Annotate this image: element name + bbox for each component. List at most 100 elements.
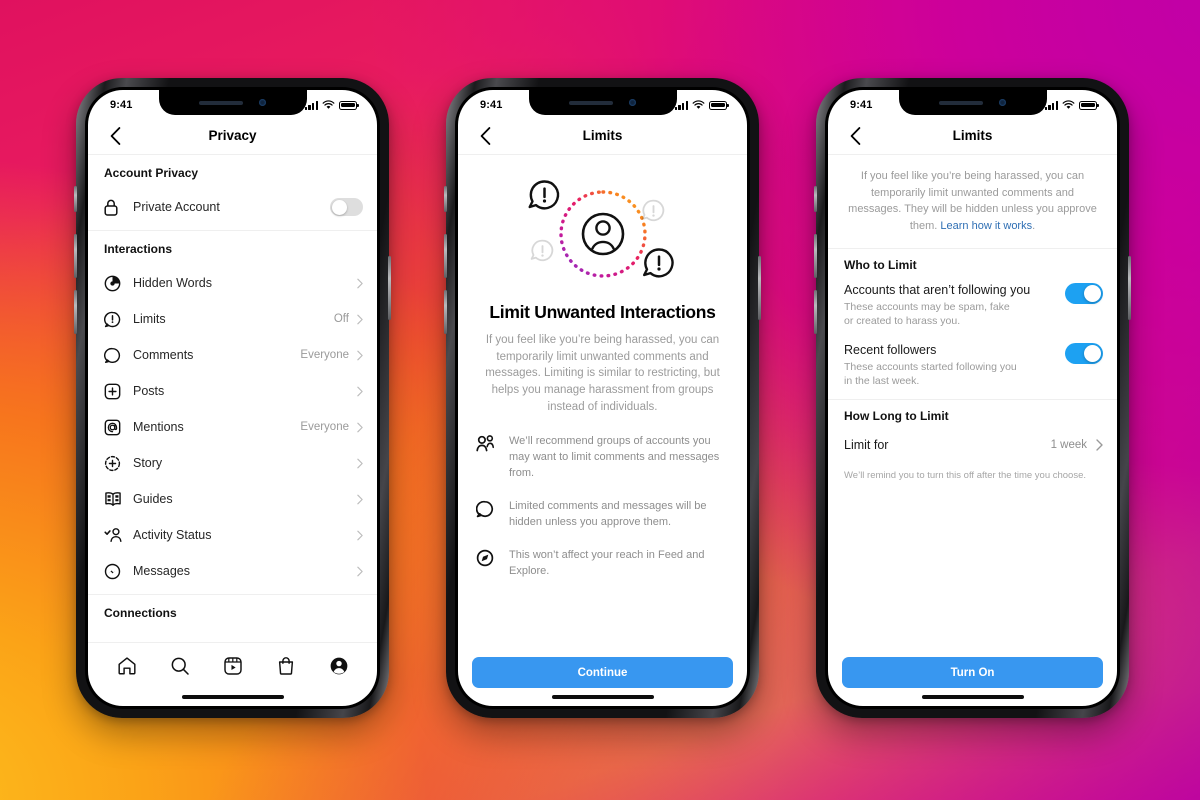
phone-volume-down-button: [814, 290, 817, 334]
phone-volume-up-button: [814, 234, 817, 278]
section-header-who-to-limit: Who to Limit: [844, 258, 917, 272]
chevron-left-icon: [110, 126, 120, 145]
limits-intro-content: Limit Unwanted Interactions If you feel …: [458, 155, 747, 649]
chevron-right-icon: [357, 566, 363, 576]
row-comments[interactable]: Comments Everyone: [88, 337, 377, 373]
tab-search[interactable]: [170, 656, 190, 676]
page-title: Limits: [582, 128, 623, 143]
row-label: Activity Status: [133, 528, 212, 542]
nav-bar: Limits: [828, 117, 1117, 155]
section-header-interactions: Interactions: [104, 242, 173, 256]
home-indicator: [828, 688, 1117, 706]
status-bar: 9:41: [88, 90, 377, 117]
row-label: Posts: [133, 384, 165, 398]
chevron-right-icon: [1096, 439, 1103, 451]
cta-container: Continue: [458, 649, 747, 688]
comment-icon: [104, 347, 126, 364]
recent-followers-toggle[interactable]: [1065, 342, 1103, 364]
option-title: Accounts that aren’t following you: [844, 283, 1031, 297]
phone-power-button: [388, 256, 391, 320]
guides-book-icon: [104, 491, 126, 507]
row-posts[interactable]: Posts: [88, 373, 377, 409]
feature-item: We’ll recommend groups of accounts you m…: [476, 433, 731, 481]
phone-mute-switch: [814, 186, 817, 212]
row-guides[interactable]: Guides: [88, 481, 377, 517]
private-account-toggle[interactable]: [330, 198, 363, 216]
phone-limits-intro: 9:41 Limits Limit Unwanted Interactions …: [444, 78, 761, 718]
battery-full-icon: [709, 100, 729, 110]
status-time: 9:41: [480, 99, 503, 111]
accounts-not-following-toggle[interactable]: [1065, 283, 1103, 304]
tab-profile[interactable]: [329, 656, 349, 676]
tab-bar: [88, 642, 377, 688]
profile-avatar-icon: [330, 657, 347, 674]
row-label: Comments: [133, 348, 194, 362]
turn-on-button[interactable]: Turn On: [842, 657, 1103, 688]
chevron-right-icon: [357, 314, 363, 324]
row-limit-for[interactable]: Limit for 1 week: [828, 430, 1117, 456]
option-recent-followers: Recent followers These accounts started …: [828, 339, 1117, 399]
phone-power-button: [1128, 256, 1131, 320]
row-value: 1 week: [1050, 438, 1087, 451]
feature-text: We’ll recommend groups of accounts you m…: [509, 435, 720, 479]
learn-how-it-works-link[interactable]: Learn how it works: [940, 220, 1032, 232]
exclamation-bubble-dark: [528, 180, 559, 210]
chevron-left-icon: [850, 126, 860, 145]
back-button[interactable]: [102, 123, 128, 149]
row-story[interactable]: Story: [88, 445, 377, 481]
limits-intro-paragraph: If you feel like you’re being harassed, …: [828, 155, 1117, 248]
search-icon: [171, 657, 189, 675]
phone-volume-down-button: [74, 290, 77, 334]
nav-bar: Limits: [458, 117, 747, 155]
comment-bubble-icon: [475, 498, 496, 523]
page-title: Limits: [952, 128, 993, 143]
option-title: Recent followers: [844, 342, 937, 357]
chevron-right-icon: [357, 350, 363, 360]
phone-mute-switch: [74, 186, 77, 212]
row-messages[interactable]: Messages: [88, 553, 377, 589]
signal-bars-icon: [1044, 100, 1058, 110]
hidden-words-icon: [104, 275, 126, 292]
row-mentions[interactable]: Mentions Everyone: [88, 409, 377, 445]
limit-unwanted-interactions-illustration: [458, 155, 747, 292]
chevron-right-icon: [357, 494, 363, 504]
tab-shop[interactable]: [276, 656, 296, 676]
row-private-account[interactable]: Private Account: [88, 189, 377, 225]
chevron-right-icon: [357, 422, 363, 432]
back-button[interactable]: [842, 123, 868, 149]
phone-power-button: [758, 256, 761, 320]
signal-bars-icon: [674, 100, 688, 110]
row-label: Hidden Words: [133, 276, 212, 290]
feature-item: This won’t affect your reach in Feed and…: [476, 547, 731, 579]
phone-limits-settings: 9:41 Limits If you feel like you’re bein…: [814, 78, 1131, 718]
option-description: These accounts started following you in …: [844, 360, 1017, 388]
row-label: Mentions: [133, 420, 184, 434]
intro-suffix: .: [1032, 219, 1036, 232]
row-activity-status[interactable]: Activity Status: [88, 517, 377, 553]
status-time: 9:41: [110, 99, 133, 111]
row-label: Limit for: [844, 437, 889, 452]
option-accounts-not-following: Accounts that aren’t following you These…: [828, 279, 1117, 339]
phone-mute-switch: [444, 186, 447, 212]
section-header-how-long-to-limit: How Long to Limit: [844, 408, 949, 423]
hero-subtitle: If you feel like you’re being harassed, …: [485, 334, 720, 413]
exclamation-bubble-faint: [641, 199, 664, 222]
phone-volume-up-button: [444, 234, 447, 278]
tab-reels[interactable]: [223, 656, 243, 676]
tab-home[interactable]: [117, 656, 137, 676]
row-hidden-words[interactable]: Hidden Words: [88, 265, 377, 301]
status-bar: 9:41: [458, 90, 747, 117]
home-icon: [117, 656, 136, 674]
chevron-right-icon: [357, 386, 363, 396]
hero-title: Limit Unwanted Interactions: [489, 302, 716, 322]
page-title: Privacy: [208, 128, 257, 143]
wifi-icon: [692, 100, 705, 109]
row-limits[interactable]: Limits Off: [88, 301, 377, 337]
battery-full-icon: [339, 100, 359, 110]
feature-text: This won’t affect your reach in Feed and…: [509, 549, 705, 578]
back-button[interactable]: [472, 123, 498, 149]
continue-button[interactable]: Continue: [472, 657, 733, 688]
wifi-icon: [1062, 100, 1075, 109]
